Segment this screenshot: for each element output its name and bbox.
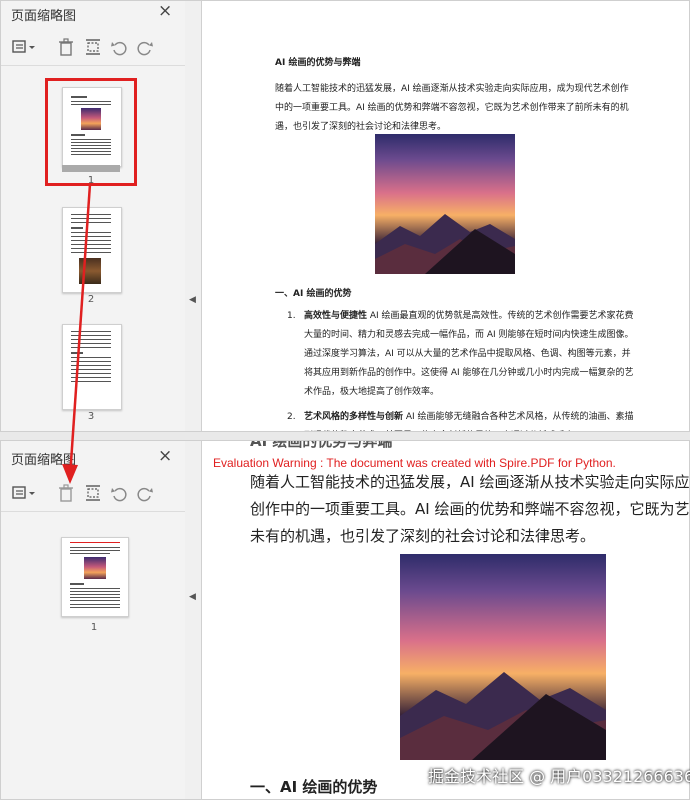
intro-line: 创作中的一项重要工具。AI 绘画的优势和弊端不容忽视，它既为艺术创作带 bbox=[250, 500, 689, 518]
close-icon[interactable]: × bbox=[158, 1, 172, 21]
sidebar-splitter[interactable]: ◀ bbox=[185, 441, 202, 799]
watermark: 掘金技术社区 @ 用户033212666367 bbox=[428, 767, 690, 786]
intro-line: 未有的机遇，也引发了深刻的社会讨论和法律思考。 bbox=[250, 527, 596, 545]
rotate-right-icon[interactable] bbox=[135, 37, 155, 57]
document-intro-paragraph: 随着人工智能技术的迅猛发展，AI 绘画逐渐从技术实验走向实际应用，成为现代艺术创… bbox=[275, 84, 629, 132]
page-number-1: 1 bbox=[90, 622, 98, 633]
collapse-arrow-icon[interactable]: ◀ bbox=[189, 295, 196, 305]
document-intro-paragraph: 随着人工智能技术的迅猛发展，AI 绘画逐渐从技术实验走向实际应用，成为 创作中的… bbox=[250, 469, 689, 550]
document-image-landscape bbox=[375, 134, 515, 274]
thumbnail-toolbar bbox=[9, 37, 179, 57]
thumbnail-sidebar: 页面缩略图 × bbox=[1, 1, 186, 431]
toolbar-divider bbox=[1, 65, 185, 66]
section-heading: 一、AI 绘画的优势 bbox=[250, 778, 378, 796]
extract-page-icon[interactable] bbox=[83, 37, 103, 57]
toolbar-divider bbox=[1, 511, 185, 512]
page-thumbnail-1[interactable] bbox=[61, 537, 129, 617]
page-number-2: 2 bbox=[87, 294, 95, 305]
document-heading: AI 绘画的优势与弊端 bbox=[275, 58, 361, 68]
sidebar-title: 页面缩略图 bbox=[11, 9, 77, 24]
thumbnail-sidebar: 页面缩略图 × bbox=[1, 441, 186, 799]
list-item-number: 2. bbox=[287, 412, 296, 422]
section-heading: 一、AI 绘画的优势 bbox=[275, 289, 352, 299]
list-item: 2. 艺术风格的多样性与创新 AI 绘画能够无缝融合各种艺术风格，从传统的油画、… bbox=[287, 408, 637, 431]
page-number-3: 3 bbox=[87, 411, 95, 422]
collapse-arrow-icon[interactable]: ◀ bbox=[189, 592, 196, 602]
delete-icon[interactable] bbox=[56, 483, 76, 503]
list-item-term: 艺术风格的多样性与创新 bbox=[304, 412, 404, 422]
page-thumbnail-3[interactable] bbox=[62, 324, 122, 410]
advantages-list: 1. 高效性与便捷性 AI 绘画最直观的优势就是高效性。传统的艺术创作需要艺术家… bbox=[287, 307, 637, 431]
selected-thumbnail-highlight bbox=[45, 78, 137, 186]
thumbnail-toolbar bbox=[9, 483, 179, 503]
document-page-view: AI 绘画的优势与弊端 Evaluation Warning : The doc… bbox=[202, 441, 689, 799]
rotate-left-icon[interactable] bbox=[109, 483, 129, 503]
list-item-term: 高效性与便捷性 bbox=[304, 311, 368, 321]
document-page-view: AI 绘画的优势与弊端 随着人工智能技术的迅猛发展，AI 绘画逐渐从技术实验走向… bbox=[202, 1, 689, 431]
options-menu-icon[interactable] bbox=[11, 37, 35, 57]
sidebar-title: 页面缩略图 bbox=[11, 453, 77, 468]
extract-page-icon[interactable] bbox=[83, 483, 103, 503]
options-menu-icon[interactable] bbox=[11, 483, 35, 503]
page-thumbnail-2[interactable] bbox=[62, 207, 122, 293]
list-item-text: AI 绘画最直观的优势就是高效性。传统的艺术创作需要艺术家花费大量的时间、精力和… bbox=[304, 311, 634, 397]
list-item: 1. 高效性与便捷性 AI 绘画最直观的优势就是高效性。传统的艺术创作需要艺术家… bbox=[287, 307, 637, 402]
evaluation-warning: Evaluation Warning : The document was cr… bbox=[213, 456, 616, 470]
bottom-window: 页面缩略图 × 1 ◀ AI 绘画的优势与弊端 Evaluation Warni… bbox=[0, 440, 690, 800]
document-image-landscape bbox=[400, 554, 606, 760]
close-icon[interactable]: × bbox=[158, 446, 172, 466]
document-heading-partial: AI 绘画的优势与弊端 bbox=[250, 441, 393, 450]
rotate-left-icon[interactable] bbox=[109, 37, 129, 57]
top-window: 页面缩略图 × 1 2 3 ◀ AI 绘画的优势与弊端 随着人工智能技术的迅猛发… bbox=[0, 0, 690, 432]
delete-icon[interactable] bbox=[56, 37, 76, 57]
sidebar-splitter[interactable]: ◀ bbox=[185, 1, 202, 431]
list-item-number: 1. bbox=[287, 311, 296, 321]
rotate-right-icon[interactable] bbox=[135, 483, 155, 503]
intro-line: 随着人工智能技术的迅猛发展，AI 绘画逐渐从技术实验走向实际应用，成为 bbox=[250, 473, 689, 491]
